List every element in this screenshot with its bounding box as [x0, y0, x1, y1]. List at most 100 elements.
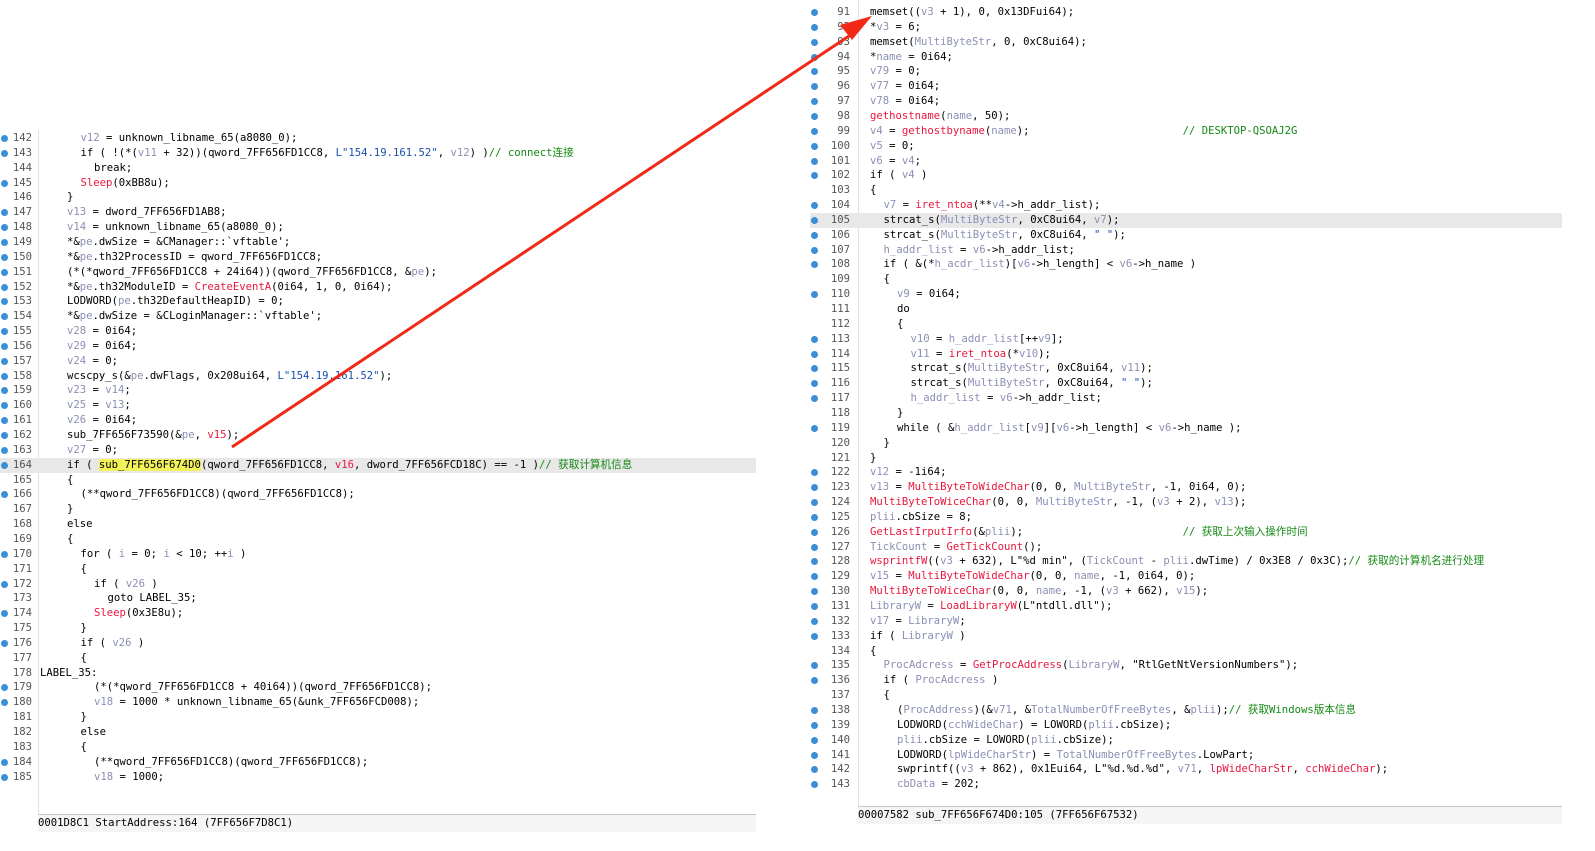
code-line[interactable]: 96 v77 = 0i64; — [810, 79, 1562, 94]
breakpoint-dot-icon[interactable] — [811, 721, 818, 729]
breakpoint-dot-icon[interactable] — [811, 573, 818, 581]
code-line[interactable]: 158 wcscpy_s(&pe.dwFlags, 0x208ui64, L"15… — [0, 369, 756, 384]
code-line[interactable]: 134 { — [810, 644, 1562, 659]
code-line[interactable]: 138 (ProcAddress)(&v71, &TotalNumberOfFre… — [810, 703, 1562, 718]
breakpoint-dot-icon[interactable] — [811, 751, 818, 759]
code-line[interactable]: 146} — [0, 190, 756, 205]
code-line[interactable]: 154 *&pe.dwSize = &CLoginManager::`vftabl… — [0, 309, 756, 324]
code-line[interactable]: 139 LODWORD(cchWideChar) = LOWORD(plii.cb… — [810, 718, 1562, 733]
code-line[interactable]: 102 if ( v4 ) — [810, 168, 1562, 183]
breakpoint-dot-icon[interactable] — [1, 268, 8, 276]
breakpoint-dot-icon[interactable] — [811, 736, 818, 744]
code-line[interactable]: 143 if ( !(*(v11 + 32))(qword_7FF656FD1CC… — [0, 146, 756, 161]
breakpoint-dot-icon[interactable] — [811, 202, 818, 210]
code-line[interactable]: 99 v4 = gethostbyname(name); // DESKTOP-Q… — [810, 124, 1562, 139]
code-line[interactable]: 135 ProcAdcress = GetProcAddress(LibraryW… — [810, 658, 1562, 673]
breakpoint-dot-icon[interactable] — [811, 112, 818, 120]
code-line[interactable]: 113 v10 = h_addr_list[++v9]; — [810, 332, 1562, 347]
code-line[interactable]: 129 v15 = MultiByteToWideChar(0, 0, name,… — [810, 569, 1562, 584]
code-line[interactable]: 131 LibraryW = LoadLibraryW(L"ntdll.dll")… — [810, 599, 1562, 614]
breakpoint-dot-icon[interactable] — [811, 350, 818, 358]
code-line[interactable]: 153 LODWORD(pe.th32DefaultHeapID) = 0; — [0, 294, 756, 309]
code-line[interactable]: 142 v12 = unknown_libname_65(a8080_0); — [0, 131, 756, 146]
breakpoint-dot-icon[interactable] — [1, 580, 8, 588]
breakpoint-dot-icon[interactable] — [811, 766, 818, 774]
breakpoint-dot-icon[interactable] — [1, 298, 8, 306]
code-line[interactable]: 145 Sleep(0xBB8u); — [0, 176, 756, 191]
code-line[interactable]: 184 (**qword_7FF656FD1CC8)(qword_7FF656FD… — [0, 755, 756, 770]
breakpoint-dot-icon[interactable] — [811, 603, 818, 610]
code-line[interactable]: 163 v27 = 0; — [0, 443, 756, 458]
code-line[interactable]: 147 v13 = dword_7FF656FD1AB8; — [0, 205, 756, 220]
code-line[interactable]: 161 v26 = 0i64; — [0, 413, 756, 428]
breakpoint-dot-icon[interactable] — [811, 781, 818, 789]
code-line[interactable]: 98 gethostname(name, 50); — [810, 109, 1562, 124]
code-line[interactable]: 178 LABEL_35: — [0, 666, 756, 681]
code-line[interactable]: 148 v14 = unknown_libname_65(a8080_0); — [0, 220, 756, 235]
code-line[interactable]: 107 h_addr_list = v6->h_addr_list; — [810, 243, 1562, 258]
code-line[interactable]: 93 memset(MultiByteStr, 0, 0xC8ui64); — [810, 35, 1562, 50]
code-line[interactable]: 110 v9 = 0i64; — [810, 287, 1562, 302]
breakpoint-dot-icon[interactable] — [1, 342, 8, 350]
code-line[interactable]: 120} — [810, 436, 1562, 451]
breakpoint-dot-icon[interactable] — [1, 610, 8, 618]
breakpoint-dot-icon[interactable] — [811, 588, 818, 596]
code-line[interactable]: 175} — [0, 621, 756, 636]
code-line[interactable]: 128 wsprintfW((v3 + 632), L"%d min", (Tic… — [810, 554, 1562, 569]
code-line[interactable]: 114 v11 = iret_ntoa(*v10); — [810, 347, 1562, 362]
breakpoint-dot-icon[interactable] — [811, 484, 818, 492]
code-line[interactable]: 171 { — [0, 562, 756, 577]
breakpoint-dot-icon[interactable] — [811, 216, 818, 224]
code-line[interactable]: 100 v5 = 0; — [810, 139, 1562, 154]
code-line[interactable]: 122 v12 = -1i64; — [810, 465, 1562, 480]
code-line[interactable]: 160 v25 = v13; — [0, 398, 756, 413]
breakpoint-dot-icon[interactable] — [811, 395, 818, 403]
code-line[interactable]: 126 GetLastIrputIrfo(&plii); // 获取上次输入操作时… — [810, 525, 1562, 540]
breakpoint-dot-icon[interactable] — [811, 632, 818, 640]
breakpoint-dot-icon[interactable] — [811, 424, 818, 432]
code-line[interactable]: 117 h_addr_list = v6->h_addr_list; — [810, 391, 1562, 406]
breakpoint-dot-icon[interactable] — [1, 491, 8, 499]
code-token[interactable]: sub_7FF656F674D0 — [98, 458, 201, 471]
code-line[interactable]: 106 strcat_s(MultiByteStr, 0xC8ui64, " ")… — [810, 228, 1562, 243]
code-line[interactable]: 142 swprintf((v3 + 862), 0x1Eui64, L"%d.%… — [810, 762, 1562, 777]
code-line[interactable]: 105 strcat_s(MultiByteStr, 0xC8ui64, v7); — [810, 212, 1562, 228]
breakpoint-dot-icon[interactable] — [1, 432, 8, 439]
code-line[interactable]: 166 (**qword_7FF656FD1CC8)(qword_7FF656FD… — [0, 487, 756, 502]
code-line[interactable]: 182 else — [0, 725, 756, 740]
code-line[interactable]: 119 while ( &h_addr_list[v9][v6->h_length… — [810, 421, 1562, 436]
breakpoint-dot-icon[interactable] — [1, 550, 8, 558]
code-line[interactable]: 104 v7 = iret_ntoa(**v4->h_addr_list); — [810, 198, 1562, 213]
breakpoint-dot-icon[interactable] — [1, 699, 8, 707]
breakpoint-dot-icon[interactable] — [811, 261, 818, 269]
breakpoint-dot-icon[interactable] — [1, 253, 8, 261]
code-line[interactable]: 132 v17 = LibraryW; — [810, 614, 1562, 629]
right-pseudocode-pane[interactable]: 91 memset((v3 + 1), 0, 0x13DFui64); 92 *v3 … — [810, 0, 1562, 824]
breakpoint-dot-icon[interactable] — [1, 313, 8, 321]
breakpoint-dot-icon[interactable] — [1, 149, 8, 157]
breakpoint-dot-icon[interactable] — [1, 461, 8, 469]
code-line[interactable]: 168 else — [0, 517, 756, 532]
breakpoint-dot-icon[interactable] — [811, 662, 818, 670]
code-line[interactable]: 173 goto LABEL_35; — [0, 591, 756, 606]
breakpoint-dot-icon[interactable] — [811, 365, 818, 373]
code-line[interactable]: 140 plii.cbSize = LOWORD(plii.cbSize); — [810, 733, 1562, 748]
breakpoint-dot-icon[interactable] — [811, 558, 818, 566]
code-line[interactable]: 109 { — [810, 272, 1562, 287]
code-line[interactable]: 144 break; — [0, 161, 756, 176]
breakpoint-dot-icon[interactable] — [811, 38, 818, 46]
code-line[interactable]: 151 (*(*qword_7FF656FD1CC8 + 24i64))(qwor… — [0, 265, 756, 280]
breakpoint-dot-icon[interactable] — [1, 446, 8, 454]
breakpoint-dot-icon[interactable] — [811, 127, 818, 135]
breakpoint-dot-icon[interactable] — [811, 53, 818, 61]
breakpoint-dot-icon[interactable] — [811, 9, 818, 16]
breakpoint-dot-icon[interactable] — [1, 684, 8, 692]
breakpoint-dot-icon[interactable] — [1, 417, 8, 425]
breakpoint-dot-icon[interactable] — [1, 639, 8, 647]
code-line[interactable]: 164 if ( sub_7FF656F674D0(qword_7FF656FD1… — [0, 457, 756, 473]
code-line[interactable]: 159 v23 = v14; — [0, 383, 756, 398]
code-line[interactable]: 121} — [810, 451, 1562, 466]
code-line[interactable]: 127 TickCount = GetTickCount(); — [810, 540, 1562, 555]
code-line[interactable]: 123 v13 = MultiByteToWideChar(0, 0, Multi… — [810, 480, 1562, 495]
breakpoint-dot-icon[interactable] — [811, 231, 818, 239]
